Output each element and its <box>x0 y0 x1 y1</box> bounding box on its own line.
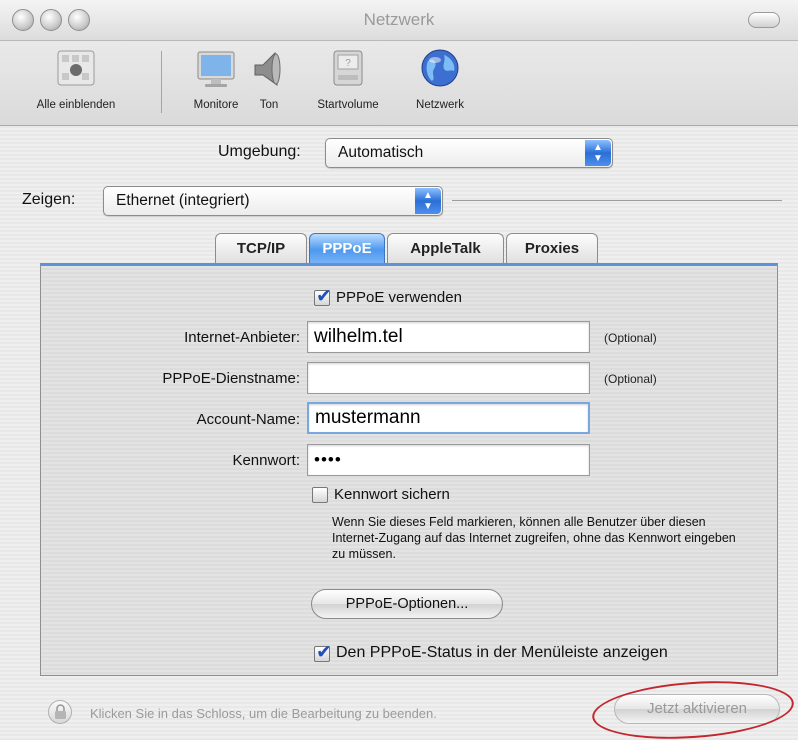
tab-proxies[interactable]: Proxies <box>506 233 598 263</box>
window-title: Netzwerk <box>363 10 435 29</box>
provider-field[interactable] <box>307 321 590 353</box>
lock-button[interactable] <box>48 700 72 724</box>
location-popup[interactable]: Automatisch ▲ ▼ <box>325 138 613 168</box>
popup-arrows-icon: ▲ ▼ <box>415 188 441 214</box>
account-name-field[interactable] <box>307 402 590 434</box>
toolbar-item-sound[interactable]: Ton <box>244 47 294 111</box>
provider-optional-hint: (Optional) <box>604 331 657 345</box>
password-label: Kennwort: <box>232 452 300 469</box>
speaker-icon <box>247 47 291 91</box>
tab-appletalk[interactable]: AppleTalk <box>387 233 504 263</box>
account-name-input[interactable] <box>309 404 588 432</box>
lock-icon <box>55 704 66 719</box>
toolbar-label-network: Netzwerk <box>416 99 464 111</box>
disk-icon: ? <box>326 47 370 91</box>
show-popup[interactable]: Ethernet (integriert) ▲ ▼ <box>103 186 443 216</box>
service-name-field[interactable] <box>307 362 590 394</box>
account-name-label: Account-Name: <box>196 411 300 428</box>
svg-text:?: ? <box>345 58 351 69</box>
monitor-icon <box>194 47 238 91</box>
use-pppoe-checkbox[interactable] <box>314 285 332 308</box>
show-status-label: Den PPPoE-Status in der Menüleiste anzei… <box>336 644 668 661</box>
lock-hint-text: Klicken Sie in das Schloss, um die Bearb… <box>90 706 437 721</box>
toolbar-label-sound: Ton <box>259 99 279 111</box>
password-input[interactable] <box>308 445 589 475</box>
toolbar-toggle-button[interactable] <box>748 12 780 28</box>
show-status-checkbox[interactable] <box>314 641 332 664</box>
toolbar-item-monitors[interactable]: Monitore <box>178 47 254 111</box>
service-name-optional-hint: (Optional) <box>604 372 657 386</box>
toolbar-item-show-all[interactable]: Alle einblenden <box>8 47 144 111</box>
location-label: Umgebung: <box>218 143 301 160</box>
highlight-annotation <box>590 675 796 740</box>
show-label: Zeigen: <box>22 191 76 208</box>
toolbar-label-monitors: Monitore <box>193 99 239 111</box>
popup-arrows-icon: ▲ ▼ <box>585 140 611 166</box>
toolbar-item-startup-disk[interactable]: ? Startvolume <box>300 47 396 111</box>
save-password-checkbox[interactable] <box>312 487 328 503</box>
toolbar-label-startup-disk: Startvolume <box>317 99 379 111</box>
service-name-label: PPPoE-Dienstname: <box>162 370 300 387</box>
show-popup-value: Ethernet (integriert) <box>116 192 250 209</box>
toolbar-separator <box>161 51 162 113</box>
title-bar: Netzwerk <box>0 0 798 41</box>
provider-label: Internet-Anbieter: <box>184 329 300 346</box>
tab-pppoe[interactable]: PPPoE <box>309 233 385 263</box>
password-field[interactable] <box>307 444 590 476</box>
globe-icon <box>418 47 462 91</box>
use-pppoe-label: PPPoE verwenden <box>336 289 462 306</box>
location-popup-value: Automatisch <box>338 144 424 161</box>
toolbar-label-show-all: Alle einblenden <box>36 99 116 111</box>
toolbar-item-network[interactable]: Netzwerk <box>400 47 480 111</box>
provider-input[interactable] <box>308 322 589 352</box>
service-name-input[interactable] <box>308 363 589 393</box>
tab-tcpip[interactable]: TCP/IP <box>215 233 307 263</box>
save-password-label: Kennwort sichern <box>334 486 450 503</box>
network-preferences-window: Netzwerk Alle einblenden Monitore Ton ? … <box>0 0 798 740</box>
apple-grid-icon <box>54 47 98 91</box>
separator-line <box>452 200 782 201</box>
toolbar: Alle einblenden Monitore Ton ? Startvolu… <box>0 41 798 126</box>
pppoe-options-button[interactable]: PPPoE-Optionen... <box>311 589 503 619</box>
save-password-help-text: Wenn Sie dieses Feld markieren, können a… <box>332 515 736 561</box>
